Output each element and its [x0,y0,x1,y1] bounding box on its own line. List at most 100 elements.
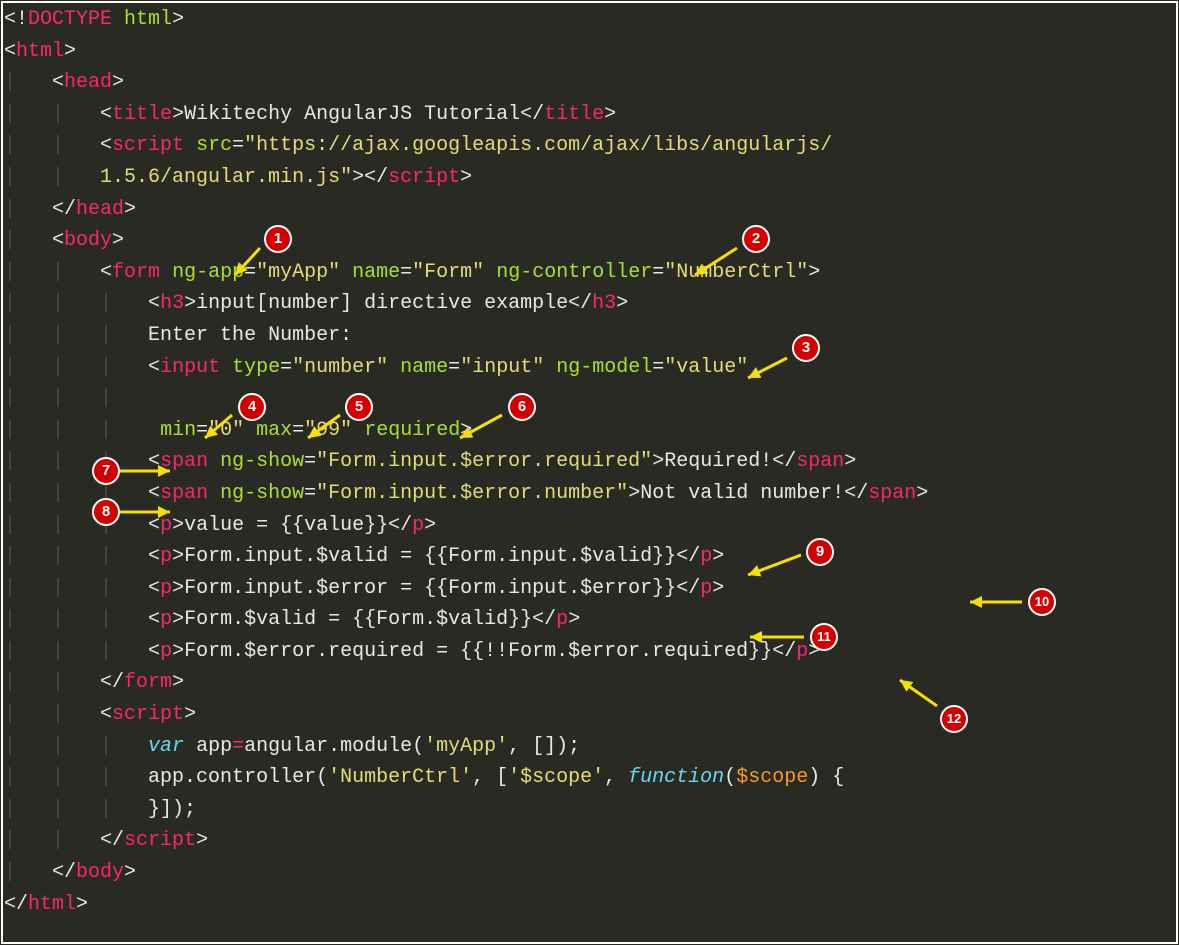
code-line: | | | <input type="number" name="input" … [4,352,1175,384]
code-token: span [160,482,208,505]
code-token: </ [52,198,76,221]
code-token: > [196,829,208,852]
code-token: < [148,514,160,537]
code-token [244,419,256,442]
code-line: | | | <span ng-show="Form.input.$error.n… [4,478,1175,510]
code-token [388,356,400,379]
code-token: > [460,166,472,189]
code-token: p [700,577,712,600]
code-token: p [160,608,172,631]
code-token: > [124,861,136,884]
code-token: , [ [472,766,508,789]
code-token: > [172,514,184,537]
code-token: > [712,545,724,568]
code-token: ng-show [220,482,304,505]
code-token: </ [100,829,124,852]
code-token: </ [676,545,700,568]
code-token [208,450,220,473]
code-token: function [628,766,724,789]
code-token: < [4,40,16,63]
code-line: | | | var app=angular.module('myApp', []… [4,731,1175,763]
code-token: > [184,703,196,726]
code-token: "99" [304,419,352,442]
code-token: > [712,577,724,600]
code-token: = [652,356,664,379]
code-token: p [412,514,424,537]
code-token: ></ [352,166,388,189]
code-token: > [64,40,76,63]
code-token: app.controller( [148,766,328,789]
code-token: p [160,577,172,600]
code-token: </ [844,482,868,505]
code-token: body [64,229,112,252]
code-token: > [604,103,616,126]
code-token: DOCTYPE [28,8,112,31]
code-token: "NumberCtrl" [664,261,808,284]
code-token: value = {{value}} [184,514,388,537]
code-token: > [568,608,580,631]
annotation-badge-11: 11 [810,623,838,651]
code-token: ng-show [220,450,304,473]
code-token: }]); [148,798,196,821]
code-token: </ [772,640,796,663]
code-token: head [76,198,124,221]
code-token: </ [568,292,592,315]
code-line: | | | [4,383,1175,415]
code-line: | | | <p>Form.input.$error = {{Form.inpu… [4,573,1175,605]
code-token [484,261,496,284]
code-token: span [796,450,844,473]
code-token: < [100,261,112,284]
code-token: > [172,671,184,694]
code-token: > [172,103,184,126]
code-line: <html> [4,36,1175,68]
code-token [220,356,232,379]
code-token: > [916,482,928,505]
code-line: | | | <p>Form.$error.required = {{!!Form… [4,636,1175,668]
code-token: > [172,545,184,568]
code-token: p [796,640,808,663]
code-token: < [148,577,160,600]
code-token: > [184,292,196,315]
code-token: ) { [808,766,844,789]
code-token: > [844,450,856,473]
code-line: | | <script src="https://ajax.googleapis… [4,130,1175,162]
annotation-badge-1: 1 [264,225,292,253]
code-token: input [160,356,220,379]
code-token: < [148,292,160,315]
code-token: > [112,229,124,252]
annotation-badge-5: 5 [345,393,373,421]
code-token: = [232,134,244,157]
code-line: | <body> [4,225,1175,257]
code-token: p [700,545,712,568]
code-token: p [160,640,172,663]
code-token: </ [520,103,544,126]
code-token: Form.$valid = {{Form.$valid}} [184,608,532,631]
code-token: "input" [460,356,544,379]
code-line: | | | <p>Form.$valid = {{Form.$valid}}</… [4,604,1175,636]
code-token: span [868,482,916,505]
code-token: required [364,419,460,442]
code-line: | | </script> [4,825,1175,857]
code-token: Form.input.$valid = {{Form.input.$valid}… [184,545,676,568]
code-token: Wikitechy AngularJS Tutorial [184,103,520,126]
code-token: $scope [736,766,808,789]
code-token: > [628,482,640,505]
code-token: > [124,198,136,221]
code-token: script [112,703,184,726]
code-token: = [304,450,316,473]
code-token: p [160,545,172,568]
annotation-badge-3: 3 [792,334,820,362]
code-token: name [352,261,400,284]
code-token: = [652,261,664,284]
code-token: script [388,166,460,189]
code-token: < [100,134,112,157]
code-token: , [604,766,628,789]
code-token: '$scope' [508,766,604,789]
code-token: h3 [160,292,184,315]
code-token: < [100,103,112,126]
code-token: < [148,545,160,568]
annotation-badge-9: 9 [806,538,834,566]
code-token: > [424,514,436,537]
code-token: = [232,735,244,758]
code-token [184,134,196,157]
